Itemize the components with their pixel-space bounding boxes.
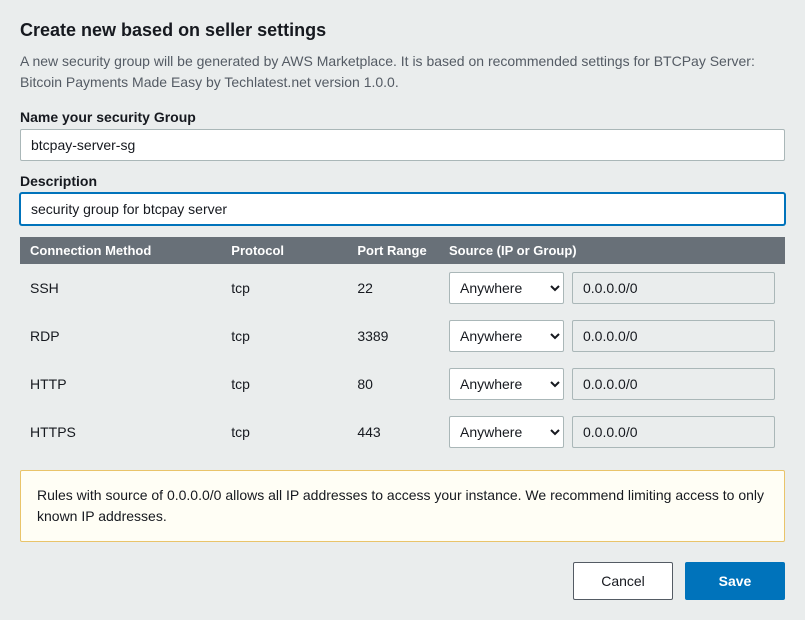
source-ip-input[interactable] bbox=[572, 272, 775, 304]
source-select[interactable]: Anywhere bbox=[449, 416, 564, 448]
page-title: Create new based on seller settings bbox=[20, 20, 785, 41]
security-rules-table: Connection Method Protocol Port Range So… bbox=[20, 237, 785, 456]
source-ip-input[interactable] bbox=[572, 416, 775, 448]
cancel-button[interactable]: Cancel bbox=[573, 562, 673, 600]
table-row: HTTPS tcp 443 Anywhere bbox=[20, 408, 785, 456]
cell-port: 80 bbox=[347, 360, 439, 408]
name-label: Name your security Group bbox=[20, 109, 785, 125]
header-source: Source (IP or Group) bbox=[439, 237, 785, 264]
cell-protocol: tcp bbox=[221, 360, 347, 408]
cell-connection: HTTPS bbox=[20, 408, 221, 456]
header-port-range: Port Range bbox=[347, 237, 439, 264]
cell-protocol: tcp bbox=[221, 312, 347, 360]
source-select[interactable]: Anywhere bbox=[449, 368, 564, 400]
table-row: SSH tcp 22 Anywhere bbox=[20, 264, 785, 312]
source-select[interactable]: Anywhere bbox=[449, 320, 564, 352]
table-row: RDP tcp 3389 Anywhere bbox=[20, 312, 785, 360]
cell-port: 443 bbox=[347, 408, 439, 456]
save-button[interactable]: Save bbox=[685, 562, 785, 600]
description-input[interactable] bbox=[20, 193, 785, 225]
table-row: HTTP tcp 80 Anywhere bbox=[20, 360, 785, 408]
header-protocol: Protocol bbox=[221, 237, 347, 264]
cell-protocol: tcp bbox=[221, 264, 347, 312]
warning-message: Rules with source of 0.0.0.0/0 allows al… bbox=[20, 470, 785, 542]
source-select[interactable]: Anywhere bbox=[449, 272, 564, 304]
header-connection: Connection Method bbox=[20, 237, 221, 264]
cell-port: 22 bbox=[347, 264, 439, 312]
source-ip-input[interactable] bbox=[572, 368, 775, 400]
cell-connection: SSH bbox=[20, 264, 221, 312]
page-subtext: A new security group will be generated b… bbox=[20, 51, 785, 93]
source-ip-input[interactable] bbox=[572, 320, 775, 352]
cell-connection: HTTP bbox=[20, 360, 221, 408]
cell-connection: RDP bbox=[20, 312, 221, 360]
cell-port: 3389 bbox=[347, 312, 439, 360]
cell-protocol: tcp bbox=[221, 408, 347, 456]
description-label: Description bbox=[20, 173, 785, 189]
name-input[interactable] bbox=[20, 129, 785, 161]
